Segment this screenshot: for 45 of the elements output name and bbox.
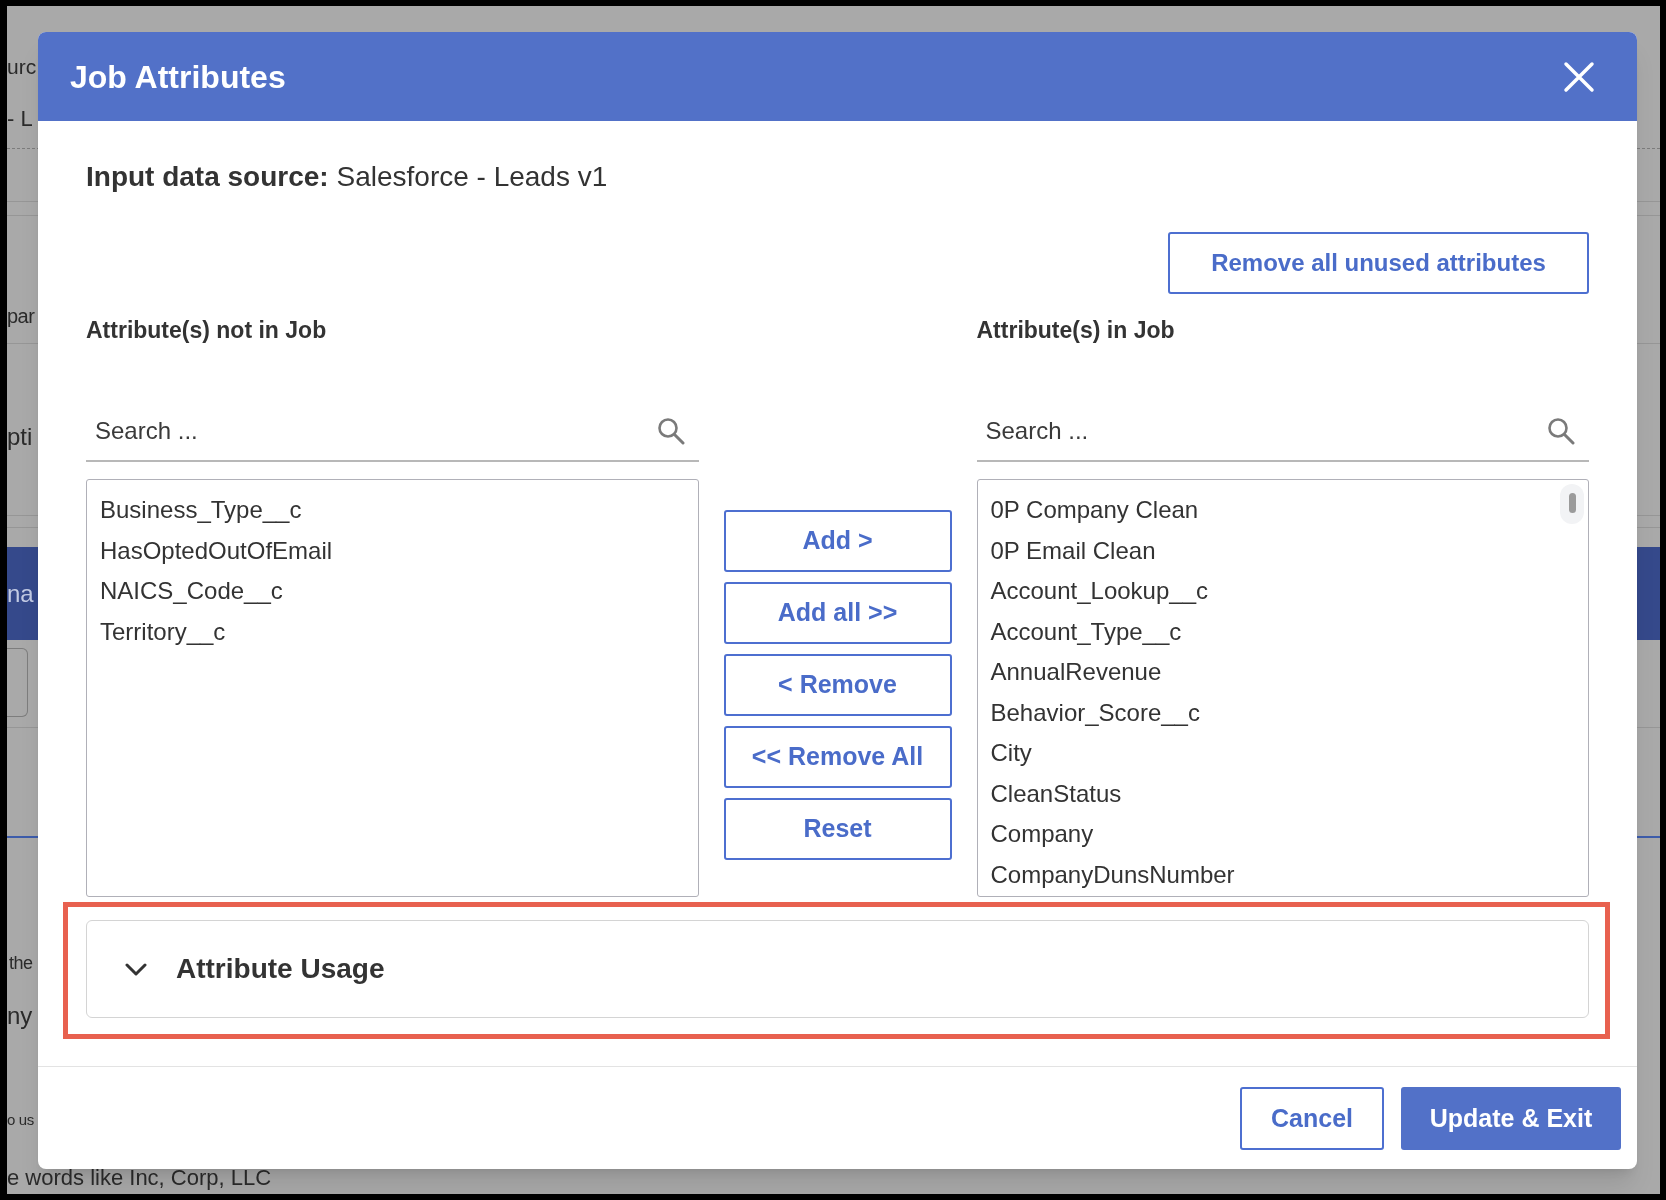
- background-text: e words like Inc, Corp, LLC: [7, 1167, 272, 1189]
- list-item[interactable]: Territory__c: [87, 611, 698, 652]
- scrollbar-thumb[interactable]: [1568, 493, 1576, 513]
- list-item[interactable]: AnnualRevenue: [977, 652, 1588, 693]
- list-item[interactable]: City: [977, 733, 1588, 774]
- background-text: pti: [7, 425, 33, 449]
- background-text: - L: [7, 108, 33, 130]
- transfer-button[interactable]: << Remove All: [723, 726, 952, 788]
- remove-unused-button[interactable]: Remove all unused attributes: [1168, 232, 1589, 294]
- list-item[interactable]: Account_Lookup__c: [977, 571, 1588, 612]
- dialog-title: Job Attributes: [70, 57, 286, 97]
- scrollbar-track[interactable]: [1560, 484, 1584, 524]
- cancel-button[interactable]: Cancel: [1240, 1087, 1384, 1150]
- close-button[interactable]: [1562, 59, 1596, 94]
- data-source-text: Input data source: Salesforce - Leads v1: [86, 160, 609, 194]
- list-item[interactable]: 0P Email Clean: [977, 530, 1588, 571]
- transfer-button[interactable]: Reset: [723, 798, 952, 860]
- background-outline: [7, 648, 28, 717]
- list-item[interactable]: Business_Type__c: [87, 490, 698, 531]
- list-item[interactable]: Company: [977, 814, 1588, 855]
- transfer-button[interactable]: < Remove: [723, 654, 952, 716]
- list-item[interactable]: CleanStatus: [977, 773, 1588, 814]
- background-text: ny: [7, 1004, 33, 1028]
- list-item[interactable]: Behavior_Score__c: [977, 692, 1588, 733]
- background-text: par: [7, 306, 35, 326]
- list-item[interactable]: NAICS_Code__c: [87, 571, 698, 612]
- search-field[interactable]: Search ...: [86, 402, 699, 462]
- background-text: the: [9, 954, 33, 972]
- background-text: urc: [7, 55, 37, 77]
- list-item[interactable]: HasOptedOutOfEmail: [87, 530, 698, 571]
- list-item[interactable]: 0P Company Clean: [977, 490, 1588, 531]
- close-icon: [1563, 60, 1595, 93]
- background-text: na: [7, 581, 34, 606]
- transfer-button[interactable]: Add all >>: [723, 582, 952, 644]
- column-heading: Attribute(s) not in Job: [86, 316, 328, 345]
- update-exit-button[interactable]: Update & Exit: [1401, 1087, 1621, 1150]
- list-item[interactable]: Account_Type__c: [977, 611, 1588, 652]
- list-item[interactable]: CompanyDunsNumber: [977, 854, 1588, 895]
- search-icon: [1547, 417, 1575, 445]
- transfer-button[interactable]: Add >: [723, 510, 952, 572]
- column-heading: Attribute(s) in Job: [976, 316, 1176, 345]
- attribute-usage-toggle[interactable]: Attribute Usage: [125, 948, 385, 990]
- search-icon: [656, 417, 685, 445]
- search-field[interactable]: Search ...: [976, 402, 1589, 462]
- background-text: o us: [7, 1111, 34, 1127]
